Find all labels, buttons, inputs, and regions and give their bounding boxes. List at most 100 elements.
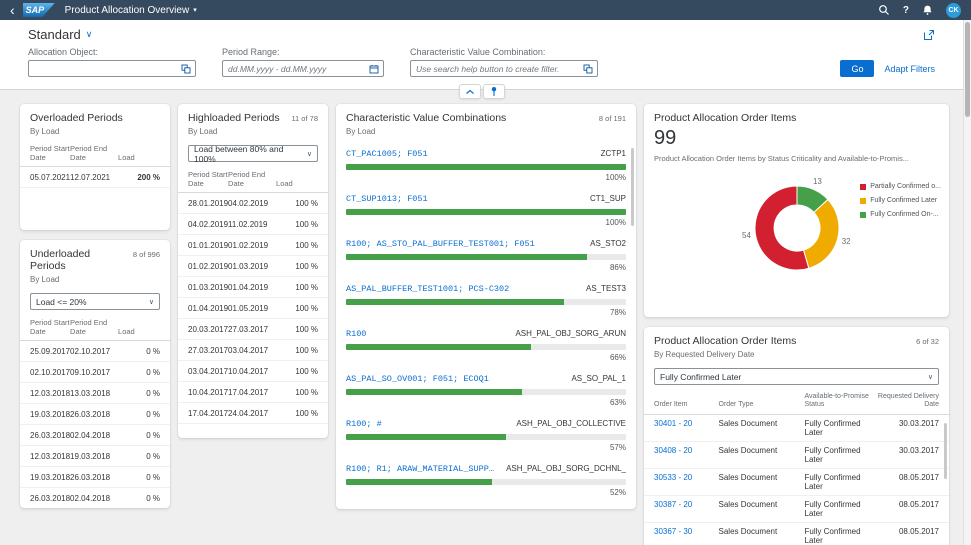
- back-button[interactable]: ‹: [10, 3, 15, 17]
- load-bar-track: [346, 164, 626, 170]
- delivery-date-cell: 08.05.2017: [873, 468, 950, 495]
- order-item-link[interactable]: 30387 - 20: [654, 500, 692, 509]
- load-cell: 100 %: [276, 277, 328, 298]
- table-row: 10.04.201717.04.2017100 %: [178, 382, 328, 403]
- cvc-link[interactable]: R100; AS_STO_PAL_BUFFER_TEST001; F051: [346, 239, 535, 249]
- period-end-cell: 02.10.2017: [70, 341, 118, 362]
- table-row: 30367 - 30Sales DocumentFully Confirmed …: [644, 522, 949, 545]
- card-subtitle: By Load: [346, 127, 626, 136]
- card-title: Highloaded Periods: [188, 112, 280, 124]
- card-title: Product Allocation Order Items: [654, 112, 796, 124]
- atp-status-cell: Fully Confirmed Later: [803, 414, 873, 441]
- avatar[interactable]: CK: [946, 3, 961, 18]
- app-title-caret-icon[interactable]: ▾: [193, 6, 197, 14]
- cvc-link[interactable]: AS_PAL_SO_OV001; F051; ECOQ1: [346, 374, 489, 384]
- status-filter-select[interactable]: Fully Confirmed Later ∨: [654, 368, 939, 385]
- cvc-link[interactable]: CT_SUP1013; F051: [346, 194, 428, 204]
- filter-group-cvc: Characteristic Value Combination: Use se…: [410, 47, 598, 77]
- segment-value-label: 13: [813, 177, 822, 186]
- period-range-input[interactable]: dd.MM.yyyy - dd.MM.yyyy: [222, 60, 384, 77]
- underloaded-periods-table: Period Start DatePeriod End DateLoad 25.…: [20, 316, 170, 508]
- load-bar-track: [346, 434, 626, 440]
- chevron-up-icon: [465, 89, 475, 95]
- order-item-link[interactable]: 30401 - 20: [654, 419, 692, 428]
- characteristic-value-combinations-card: Characteristic Value Combinations 8 of 1…: [336, 104, 636, 509]
- order-item-link[interactable]: 30408 - 20: [654, 446, 692, 455]
- order-items-table: Order ItemOrder TypeAvailable-to-Promise…: [644, 391, 949, 545]
- date-range-icon[interactable]: [369, 64, 379, 74]
- open-in-window-icon[interactable]: [923, 29, 935, 41]
- cvc-link[interactable]: CT_PAC1005; F051: [346, 149, 428, 159]
- cvc-item-header: R100; R1; ARAW_MATERIAL_SUPPLY_ASSIGNMEN…: [346, 464, 626, 474]
- load-bar-fill: [346, 389, 522, 395]
- collapse-header-button[interactable]: [459, 84, 481, 99]
- load-percent-label: 63%: [346, 398, 626, 407]
- period-end-cell: 02.04.2018: [70, 425, 118, 446]
- column-header: Order Type: [717, 391, 803, 414]
- legend-swatch: [860, 184, 866, 190]
- pin-header-button[interactable]: [483, 84, 505, 99]
- cvc-item-header: CT_PAC1005; F051ZCTP1: [346, 149, 626, 159]
- card-subtitle: By Load: [188, 127, 318, 136]
- column-header: Period Start Date: [178, 168, 228, 193]
- cvc-item-header: R100ASH_PAL_OBJ_SORG_ARUN: [346, 329, 626, 339]
- page-scrollbar[interactable]: [963, 20, 971, 545]
- order-item-link[interactable]: 30367 - 30: [654, 527, 692, 536]
- period-end-cell: 04.02.2019: [228, 193, 276, 214]
- cvc-input[interactable]: Use search help button to create filter.: [410, 60, 598, 77]
- order-item-cell: 30387 - 20: [644, 495, 717, 522]
- cvc-link[interactable]: R100: [346, 329, 366, 339]
- chart-subtitle: Product Allocation Order Items by Status…: [654, 154, 939, 163]
- search-icon[interactable]: [878, 4, 890, 16]
- load-bar-track: [346, 344, 626, 350]
- legend-label: Partially Confirmed o...: [870, 183, 941, 190]
- scrollbar-thumb[interactable]: [965, 22, 970, 117]
- cvc-link[interactable]: R100; R1; ARAW_MATERIAL_SUPPLY_ASSIGNMEN…: [346, 464, 498, 474]
- load-cell: 100 %: [276, 319, 328, 340]
- period-start-cell: 01.03.2019: [178, 277, 228, 298]
- load-cell: 100 %: [276, 193, 328, 214]
- column-header: Order Item: [644, 391, 717, 414]
- load-cell: 0 %: [118, 362, 170, 383]
- load-cell: 100 %: [276, 214, 328, 235]
- donut-segment[interactable]: [804, 200, 840, 269]
- card-count: 6 of 32: [916, 337, 939, 346]
- order-type-cell: Sales Document: [717, 441, 803, 468]
- load-bar-fill: [346, 479, 492, 485]
- notifications-bell-icon[interactable]: [922, 4, 933, 16]
- value-help-icon[interactable]: [583, 64, 593, 74]
- chevron-down-icon: ∨: [149, 298, 154, 306]
- card-title: Product Allocation Order Items: [654, 335, 796, 347]
- table-row: 04.02.201911.02.2019100 %: [178, 214, 328, 235]
- app-title[interactable]: Product Allocation Overview: [65, 5, 190, 16]
- cvc-list-item: CT_SUP1013; F051CT1_SUP100%: [336, 187, 636, 232]
- order-item-link[interactable]: 30533 - 20: [654, 473, 692, 482]
- card-scrollbar[interactable]: [631, 148, 634, 226]
- period-start-cell: 20.03.2017: [178, 319, 228, 340]
- value-help-icon[interactable]: [181, 64, 191, 74]
- delivery-date-cell: 30.03.2017: [873, 441, 950, 468]
- cvc-link[interactable]: AS_PAL_BUFFER_TEST1001; PCS-C302: [346, 284, 509, 294]
- variant-selector[interactable]: Standard ∨: [28, 27, 92, 42]
- cvc-link[interactable]: R100; #: [346, 419, 382, 429]
- table-row: 30401 - 20Sales DocumentFully Confirmed …: [644, 414, 949, 441]
- allocation-object-input[interactable]: [28, 60, 196, 77]
- chevron-down-icon: ∨: [86, 29, 93, 40]
- load-bar-fill: [346, 434, 506, 440]
- help-icon[interactable]: ?: [903, 5, 909, 16]
- load-filter-select[interactable]: Load between 80% and 100% ∨: [188, 145, 318, 162]
- variant-name-label: Standard: [28, 27, 81, 42]
- card-scrollbar[interactable]: [944, 423, 947, 479]
- load-bar-track: [346, 389, 626, 395]
- load-filter-select[interactable]: Load <= 20% ∨: [30, 293, 160, 310]
- go-button[interactable]: Go: [840, 60, 874, 77]
- segment-value-label: 54: [742, 231, 751, 240]
- period-start-cell: 01.01.2019: [178, 235, 228, 256]
- legend-swatch: [860, 198, 866, 204]
- table-row: 12.03.201819.03.20180 %: [20, 446, 170, 467]
- adapt-filters-link[interactable]: Adapt Filters: [884, 64, 935, 74]
- cvc-tag-label: AS_STO2: [590, 239, 626, 248]
- chevron-down-icon: ∨: [928, 373, 933, 381]
- period-end-cell: 26.03.2018: [70, 467, 118, 488]
- load-cell: 0 %: [118, 467, 170, 488]
